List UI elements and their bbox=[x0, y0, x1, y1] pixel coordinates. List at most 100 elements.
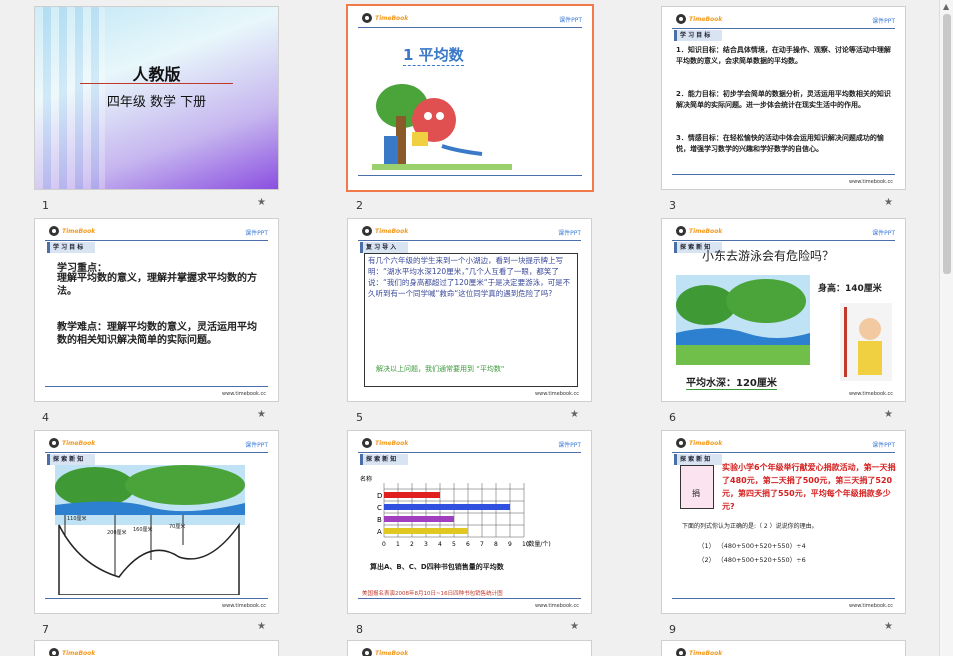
category-label-D: D bbox=[377, 492, 382, 500]
site-url: www.timebook.cc bbox=[849, 179, 893, 185]
timebook-logo: TimeBook bbox=[49, 647, 95, 656]
section-tag: 学 习 目 标 bbox=[47, 242, 95, 253]
key-point-text: 理解平均数的意义，理解并掌握求平均数的方法。 bbox=[57, 273, 257, 297]
x-tick-label: 7 bbox=[480, 541, 484, 548]
x-tick-label: 6 bbox=[466, 541, 470, 548]
slide-number: 9 bbox=[669, 623, 676, 636]
slide-thumb-5[interactable]: TimeBook 课件PPT 复 习 导 入 有几个六年级的学生来到一个小湖边，… bbox=[347, 218, 592, 402]
timebook-logo: TimeBook bbox=[362, 12, 408, 24]
slide-thumb-10[interactable]: TimeBook bbox=[34, 640, 279, 656]
footer-line bbox=[358, 175, 582, 176]
question-text: 下面的列式你认为正确的是:（ 2 ）说说你的理由。 bbox=[682, 523, 818, 530]
timebook-logo: TimeBook bbox=[676, 225, 722, 237]
star-icon[interactable]: ★ bbox=[884, 621, 893, 632]
slide-number: 2 bbox=[356, 199, 363, 212]
bar-B bbox=[384, 516, 454, 522]
slide-thumb-2[interactable]: TimeBook 课件PPT 1 平均数 bbox=[346, 4, 594, 192]
slide-thumb-12[interactable]: TimeBook bbox=[661, 640, 906, 656]
donation-box-icon: 捐 bbox=[680, 465, 714, 509]
bar-C bbox=[384, 504, 510, 510]
slide-thumb-7[interactable]: TimeBook 课件PPT 探 索 新 知 110厘米 200厘米 160厘米… bbox=[34, 430, 279, 614]
story-text: 有几个六年级的学生来到一个小湖边，看到一块提示牌上写明：“湖水平均水深120厘米… bbox=[368, 256, 571, 298]
star-icon[interactable]: ★ bbox=[884, 409, 893, 420]
slide-number: 1 bbox=[42, 199, 49, 212]
x-axis-label: (数量/个) bbox=[526, 540, 551, 548]
lake-scene-image bbox=[676, 275, 810, 365]
star-icon[interactable]: ★ bbox=[257, 409, 266, 420]
slide-thumb-3[interactable]: TimeBook 课件PPT 学 习 目 标 1．知识目标：结合具体情境，在动手… bbox=[661, 6, 906, 190]
slide-number: 5 bbox=[356, 411, 363, 424]
problem-text: 实验小学6个年级举行献爱心捐款活动，第一天捐了480元，第二天捐了500元，第三… bbox=[722, 463, 896, 511]
bar-chart: ABCD0 1 2 3 4 5 6 7 8 9 10名称(数量/个) bbox=[360, 475, 551, 548]
slide-number: 7 bbox=[42, 623, 49, 636]
category-label-A: A bbox=[377, 528, 382, 536]
option-2: （2） （480+500+520+550）÷6 bbox=[698, 556, 806, 564]
difficulty-text: 教学难点：理解平均数的意义，灵活运用平均数的相关知识解决简单的实际问题。 bbox=[57, 322, 257, 346]
height-label: 身高：140厘米 bbox=[818, 284, 882, 294]
slide-thumb-1[interactable]: 人教版 四年级 数学 下册 bbox=[34, 6, 279, 190]
kejian-label: 课件PPT bbox=[245, 230, 268, 237]
depth-label-2: 200厘米 bbox=[107, 530, 127, 536]
section-tag: 探 索 新 知 bbox=[47, 454, 95, 465]
star-icon[interactable]: ★ bbox=[257, 621, 266, 632]
header-line bbox=[358, 240, 581, 241]
tree-illustration bbox=[372, 84, 512, 170]
header-line bbox=[358, 27, 582, 28]
timebook-logo: TimeBook bbox=[362, 437, 408, 449]
kejian-label: 课件PPT bbox=[558, 442, 581, 449]
timebook-logo: TimeBook bbox=[49, 437, 95, 449]
chart-caption: 算出A、B、C、D四种书包销售量的平均数 bbox=[370, 563, 504, 571]
timebook-logo: TimeBook bbox=[676, 647, 722, 656]
header-line bbox=[672, 240, 895, 241]
slide-thumb-6[interactable]: TimeBook 课件PPT 探 索 新 知 小东去游泳会有危险吗？ 身高：14… bbox=[661, 218, 906, 402]
footer-line bbox=[358, 598, 581, 599]
slide-thumb-4[interactable]: TimeBook 课件PPT 学 习 目 标 学习重点： 理解平均数的意义，理解… bbox=[34, 218, 279, 402]
section-tag: 复 习 导 入 bbox=[360, 242, 408, 253]
kejian-label: 课件PPT bbox=[872, 230, 895, 237]
site-url: www.timebook.cc bbox=[222, 603, 266, 609]
slide-number: 3 bbox=[669, 199, 676, 212]
x-tick-label: 4 bbox=[438, 541, 442, 548]
scroll-up-icon[interactable]: ▲ bbox=[943, 2, 949, 11]
slide-thumb-8[interactable]: TimeBook 课件PPT 探 索 新 知 A B C D 0 1 2 3 4 5 6 7 8 9 10 名… bbox=[347, 430, 592, 614]
bar-A bbox=[384, 528, 468, 534]
timebook-logo: TimeBook bbox=[49, 225, 95, 237]
site-url: www.timebook.cc bbox=[849, 391, 893, 397]
star-icon[interactable]: ★ bbox=[884, 197, 893, 208]
header-line bbox=[672, 452, 895, 453]
kejian-label: 课件PPT bbox=[872, 442, 895, 449]
timebook-logo: TimeBook bbox=[676, 13, 722, 25]
header-line bbox=[45, 452, 268, 453]
footer-line bbox=[45, 386, 268, 387]
slide-number: 8 bbox=[356, 623, 363, 636]
site-url: www.timebook.cc bbox=[535, 603, 579, 609]
story-footer: 解决以上问题，我们通常要用到 “平均数“ bbox=[376, 365, 505, 373]
donation-box-label: 捐 bbox=[692, 489, 700, 498]
slide-thumb-9[interactable]: TimeBook 课件PPT 探 索 新 知 捐 实验小学6个年级举行献爱心捐款… bbox=[661, 430, 906, 614]
kejian-label: 课件PPT bbox=[872, 18, 895, 25]
footer-line bbox=[672, 598, 895, 599]
slide-thumb-11[interactable]: TimeBook bbox=[347, 640, 592, 656]
star-icon[interactable]: ★ bbox=[570, 621, 579, 632]
timebook-logo: TimeBook bbox=[362, 647, 408, 656]
bar-D bbox=[384, 492, 440, 498]
depth-label-1: 110厘米 bbox=[67, 516, 87, 522]
slide-number: 4 bbox=[42, 411, 49, 424]
x-tick-label: 8 bbox=[494, 541, 498, 548]
goal-2: 2．能力目标：初步学会简单的数据分析，灵活运用平均数相关的知识解决简单的实际问题… bbox=[676, 90, 891, 109]
vertical-scrollbar[interactable]: ▲ bbox=[939, 0, 953, 656]
slide-title: 1 平均数 bbox=[403, 46, 464, 66]
x-tick-label: 0 bbox=[382, 541, 386, 548]
footer-line bbox=[672, 174, 895, 175]
scrollbar-thumb[interactable] bbox=[943, 14, 951, 274]
footer-line bbox=[45, 598, 268, 599]
star-icon[interactable]: ★ bbox=[257, 197, 266, 208]
goal-3: 3．情感目标：在轻松愉快的活动中体会运用知识解决问题成功的愉悦，增强学习数学的兴… bbox=[676, 134, 884, 153]
timebook-logo: TimeBook bbox=[362, 225, 408, 237]
x-tick-label: 2 bbox=[410, 541, 414, 548]
star-icon[interactable]: ★ bbox=[570, 409, 579, 420]
boy-photo bbox=[840, 303, 892, 381]
x-tick-label: 5 bbox=[452, 541, 456, 548]
depth-label-4: 70厘米 bbox=[169, 524, 186, 530]
timebook-logo: TimeBook bbox=[676, 437, 722, 449]
